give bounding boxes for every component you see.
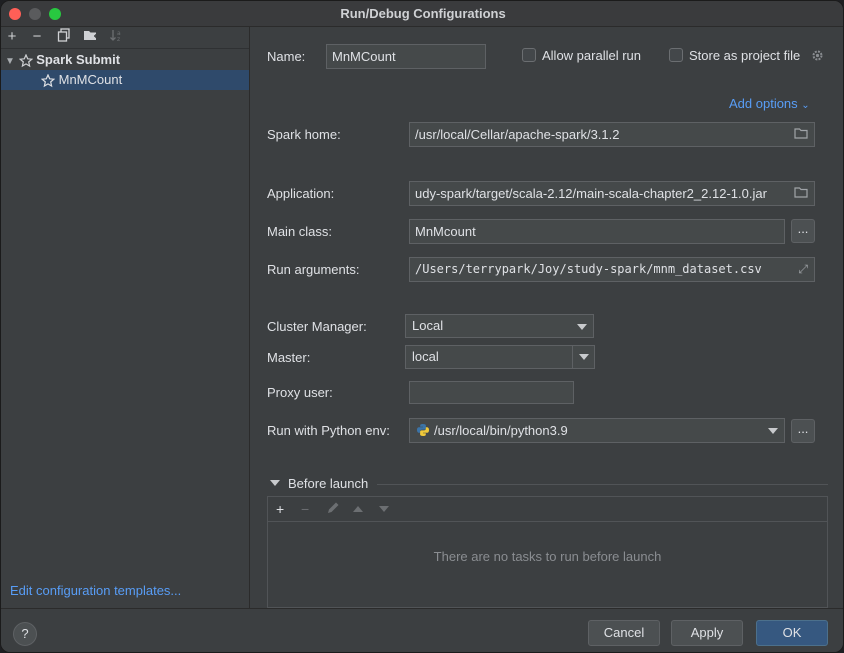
move-down-icon[interactable] xyxy=(379,506,389,512)
add-options-link[interactable]: Add options ⌄ xyxy=(729,96,810,111)
proxy-user-input[interactable] xyxy=(409,381,574,404)
chevron-down-icon[interactable] xyxy=(270,480,280,486)
main-class-label: Main class: xyxy=(267,224,333,239)
name-label: Name: xyxy=(267,49,306,64)
before-launch-panel: + − There are no tasks to run before lau… xyxy=(267,496,828,608)
run-debug-configurations-dialog: Run/Debug Configurations + − az ▼ Spark … xyxy=(0,0,844,653)
before-launch-title: Before launch xyxy=(288,476,369,491)
proxy-user-label: Proxy user: xyxy=(267,385,333,400)
spark-icon xyxy=(18,53,33,67)
browse-main-class-button[interactable]: ... xyxy=(791,219,815,243)
remove-icon[interactable]: − xyxy=(28,28,46,46)
before-launch-empty-text: There are no tasks to run before launch xyxy=(433,549,662,564)
toolbar-divider xyxy=(268,521,827,522)
allow-parallel-run-checkbox[interactable] xyxy=(522,48,536,62)
gear-icon[interactable] xyxy=(811,49,824,65)
toolbar-divider xyxy=(1,48,249,49)
configurations-sidebar: + − az ▼ Spark Submit MnMCount Edit conf… xyxy=(1,27,250,608)
master-label: Master: xyxy=(267,350,311,365)
tree-item-mnmcount[interactable]: MnMCount xyxy=(1,70,249,90)
run-arguments-value: /Users/terrypark/Joy/study-spark/mnm_dat… xyxy=(415,262,762,276)
add-task-icon[interactable]: + xyxy=(276,501,284,517)
window-title: Run/Debug Configurations xyxy=(340,6,506,21)
ok-button[interactable]: OK xyxy=(756,620,828,646)
chevron-down-icon[interactable] xyxy=(579,354,589,360)
apply-button[interactable]: Apply xyxy=(671,620,743,646)
python-icon xyxy=(417,424,429,436)
help-button[interactable]: ? xyxy=(13,622,37,646)
chevron-down-icon xyxy=(768,428,778,434)
section-divider xyxy=(377,484,828,485)
cluster-manager-label: Cluster Manager: xyxy=(267,319,367,334)
master-value: local xyxy=(412,349,439,364)
folder-icon[interactable] xyxy=(794,123,808,146)
spark-icon xyxy=(41,73,55,87)
add-icon[interactable]: + xyxy=(3,28,21,46)
remove-task-icon[interactable]: − xyxy=(301,501,309,517)
folder-add-icon[interactable] xyxy=(81,28,99,46)
python-env-value: /usr/local/bin/python3.9 xyxy=(434,423,568,438)
expand-icon[interactable]: ⤢ xyxy=(798,258,808,281)
main-class-input[interactable]: MnMcount xyxy=(409,219,785,244)
sort-icon[interactable]: az xyxy=(107,28,125,46)
tree-item-label: MnMCount xyxy=(58,72,123,87)
name-input[interactable]: MnMCount xyxy=(326,44,486,69)
spark-home-input[interactable]: /usr/local/Cellar/apache-spark/3.1.2 xyxy=(409,122,815,147)
store-as-project-file-label: Store as project file xyxy=(689,48,801,63)
application-label: Application: xyxy=(267,186,335,201)
store-as-project-file-checkbox[interactable] xyxy=(669,48,683,62)
edit-configuration-templates-link[interactable]: Edit configuration templates... xyxy=(10,583,181,598)
python-env-select[interactable]: /usr/local/bin/python3.9 xyxy=(409,418,785,443)
svg-text:z: z xyxy=(117,36,120,42)
tree-group-label: Spark Submit xyxy=(36,52,121,67)
combo-divider xyxy=(572,346,573,368)
title-bar: Run/Debug Configurations xyxy=(1,1,843,27)
spark-home-label: Spark home: xyxy=(267,127,341,142)
spark-home-value: /usr/local/Cellar/apache-spark/3.1.2 xyxy=(415,127,620,142)
cluster-manager-select[interactable]: Local xyxy=(405,314,594,338)
cluster-manager-value: Local xyxy=(412,318,444,333)
dialog-footer: ? Cancel Apply OK xyxy=(1,608,843,652)
add-options-label: Add options xyxy=(729,96,798,111)
python-env-label: Run with Python env: xyxy=(267,423,390,438)
run-arguments-label: Run arguments: xyxy=(267,262,360,277)
application-value: udy-spark/target/scala-2.12/main-scala-c… xyxy=(415,186,767,201)
run-arguments-input[interactable]: /Users/terrypark/Joy/study-spark/mnm_dat… xyxy=(409,257,815,282)
allow-parallel-run-label: Allow parallel run xyxy=(542,48,641,63)
edit-task-icon[interactable] xyxy=(326,501,340,518)
application-input[interactable]: udy-spark/target/scala-2.12/main-scala-c… xyxy=(409,181,815,206)
browse-python-env-button[interactable]: ... xyxy=(791,419,815,443)
cancel-button[interactable]: Cancel xyxy=(588,620,660,646)
master-combobox[interactable]: local xyxy=(405,345,595,369)
chevron-down-icon[interactable]: ▼ xyxy=(5,52,15,72)
chevron-down-icon: ⌄ xyxy=(801,100,810,111)
chevron-down-icon xyxy=(577,324,587,330)
copy-icon[interactable] xyxy=(55,28,73,46)
move-up-icon[interactable] xyxy=(353,506,363,512)
folder-icon[interactable] xyxy=(794,182,808,205)
tree-group-spark-submit[interactable]: ▼ Spark Submit xyxy=(1,50,249,70)
